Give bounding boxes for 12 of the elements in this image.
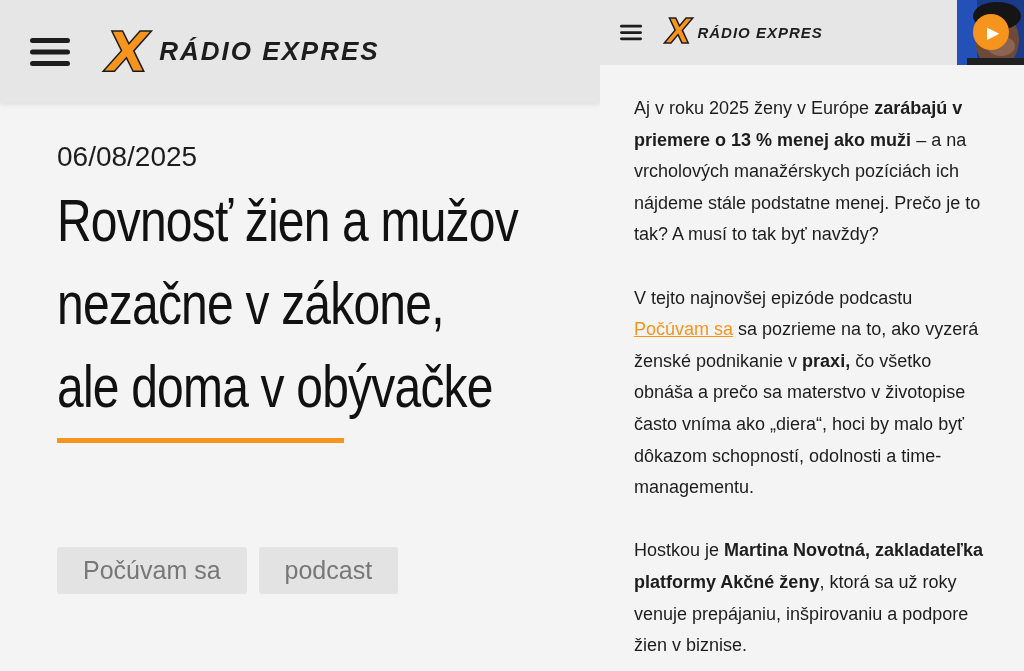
article-title: Rovnosť žien a mužov nezačne v zákone, ale doma v obývačke (57, 186, 520, 422)
body-paragraph: Hostkou je Martina Novotná, zakladateľka platformy Akčné ženy, ktorá sa už roky venuje prepájaniu, inšpirovaniu a podpore žien v biznise. (634, 539, 985, 658)
menu-button[interactable] (30, 36, 70, 67)
menu-button[interactable] (620, 24, 642, 41)
body-paragraph: Aj v roku 2025 ženy v Európe zarábajú v priemere o 13 % menej ako muži – a na vrcholových manažérskych pozíciách ich nájdeme stále podstatne menej. Prečo je to tak? A musí to tak byť navždy? (634, 97, 982, 247)
tag-chip[interactable]: podcast (258, 547, 399, 594)
menu-icon (620, 24, 642, 41)
tag-chip[interactable]: Počúvam sa (57, 547, 247, 594)
body-paragraph: V tejto najnovšej epizóde podcastu Počúvam sa sa pozrieme na to, ako vyzerá ženské podnikanie v praxi, čo všetko obnáša a prečo sa materstvo v životopise často vníma ako „diera“, hoci by malo byť dôkazom schopností, odolnosti a time-managementu. (634, 286, 980, 500)
podcast-link[interactable]: Počúvam sa (634, 319, 734, 340)
menu-icon (30, 36, 70, 67)
publish-date: 06/08/2025 (57, 141, 199, 173)
